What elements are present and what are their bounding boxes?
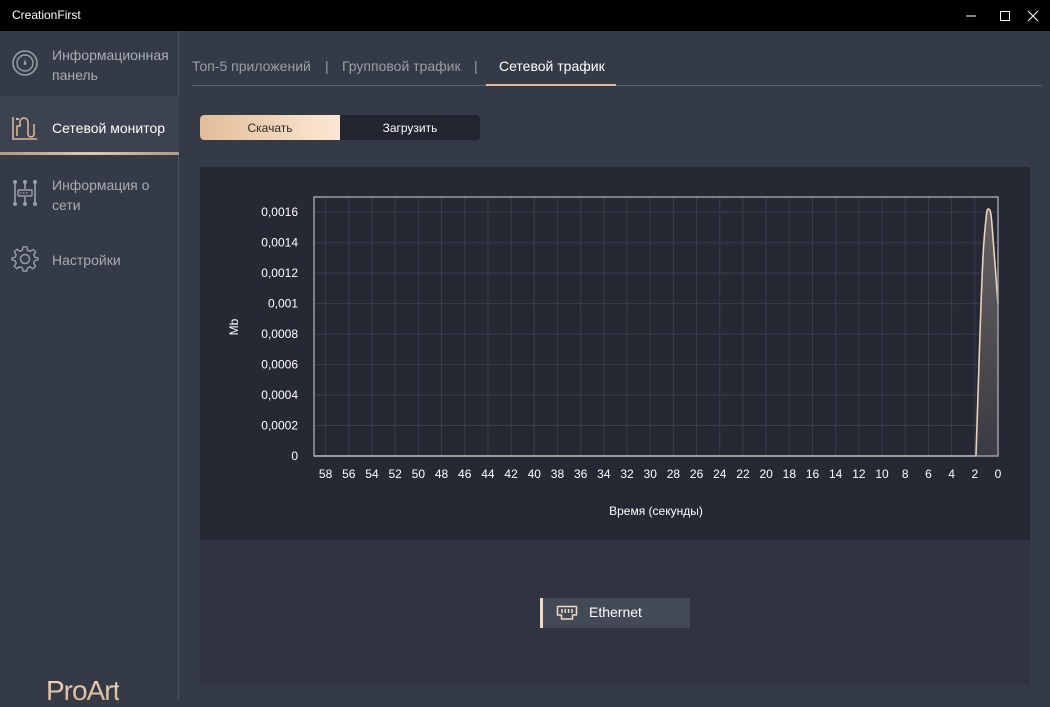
y-tick-label: 0,0006 <box>261 358 298 372</box>
upload-option[interactable]: Загрузить <box>340 115 480 140</box>
chart-grid <box>314 197 998 456</box>
sidebar-item-label: Сетевой монитор <box>52 120 166 136</box>
minimize-button[interactable] <box>954 0 988 31</box>
maximize-icon <box>1000 10 1010 21</box>
y-axis-ticks: 0 0,0002 0,0004 0,0006 0,0008 0,001 0,0012 0,00… <box>261 205 298 463</box>
traffic-line <box>314 208 999 457</box>
sidebar-item-label: Настройки <box>52 252 121 268</box>
y-tick-label: 0,0002 <box>261 419 298 433</box>
ethernet-port-icon <box>556 605 578 626</box>
x-tick-label: 22 <box>736 467 750 481</box>
legend-label: Ethernet <box>589 604 642 620</box>
tab-bar: Топ-5 приложений | Групповой трафик | Се… <box>192 58 1042 86</box>
x-tick-label: 12 <box>852 467 866 481</box>
x-tick-label: 18 <box>783 467 797 481</box>
tab-network-traffic[interactable]: Сетевой трафик <box>499 58 605 86</box>
x-tick-label: 56 <box>342 467 356 481</box>
app-title: CreationFirst <box>12 8 81 22</box>
traffic-chart: 0 0,0002 0,0004 0,0006 0,0008 0,001 0,0012 0,00… <box>227 196 1002 518</box>
y-tick-label: 0,001 <box>268 297 298 311</box>
dashboard-gauge-icon <box>11 49 39 77</box>
x-axis-ticks: 58 56 54 52 50 48 46 44 42 40 38 36 34 32 30 28 26 24 22 20… <box>319 467 1002 481</box>
gear-icon <box>11 245 39 273</box>
sidebar-item-dashboard[interactable]: Информационная панель <box>0 31 179 96</box>
tab-group-traffic[interactable]: Групповой трафик <box>342 58 461 86</box>
tab-top5-apps[interactable]: Топ-5 приложений <box>192 58 311 86</box>
y-tick-label: 0,0008 <box>261 327 298 341</box>
x-tick-label: 14 <box>829 467 843 481</box>
x-tick-label: 44 <box>481 467 495 481</box>
x-tick-label: 36 <box>574 467 588 481</box>
x-tick-label: 42 <box>504 467 518 481</box>
x-tick-label: 28 <box>667 467 681 481</box>
x-tick-label: 0 <box>995 467 1002 481</box>
y-axis-label: Mb <box>227 318 241 335</box>
x-tick-label: 46 <box>458 467 472 481</box>
proart-logo: ProArt <box>46 675 120 706</box>
x-tick-label: 26 <box>690 467 704 481</box>
x-tick-label: 2 <box>971 467 978 481</box>
x-tick-label: 40 <box>528 467 542 481</box>
x-tick-label: 16 <box>806 467 820 481</box>
x-tick-label: 48 <box>435 467 449 481</box>
x-tick-label: 20 <box>759 467 773 481</box>
close-button[interactable] <box>1016 0 1050 31</box>
x-tick-label: 54 <box>365 467 379 481</box>
traffic-chart-panel: 0 0,0002 0,0004 0,0006 0,0008 0,001 0,0012 0,00… <box>200 167 1030 540</box>
network-monitor-icon <box>11 114 39 142</box>
sidebar-item-settings[interactable]: Настройки <box>0 241 179 279</box>
y-tick-label: 0,0014 <box>261 236 298 250</box>
x-tick-label: 34 <box>597 467 611 481</box>
y-tick-label: 0 <box>291 449 298 463</box>
sidebar-item-network-info[interactable]: Информация о сети <box>0 163 179 223</box>
network-info-icon <box>11 179 39 207</box>
x-tick-label: 4 <box>948 467 955 481</box>
x-axis-label: Время (секунды) <box>609 504 703 518</box>
x-tick-label: 8 <box>902 467 909 481</box>
x-tick-label: 52 <box>388 467 402 481</box>
sidebar-item-network-monitor[interactable]: Сетевой монитор <box>0 96 179 155</box>
title-bar: CreationFirst <box>0 0 1050 31</box>
x-tick-label: 24 <box>713 467 727 481</box>
x-tick-label: 50 <box>412 467 426 481</box>
direction-toggle: Скачать Загрузить <box>200 115 480 140</box>
x-tick-label: 30 <box>644 467 658 481</box>
tab-separator: | <box>325 58 329 74</box>
x-tick-label: 10 <box>875 467 889 481</box>
legend-item-ethernet[interactable]: Ethernet <box>540 598 690 628</box>
x-tick-label: 32 <box>620 467 634 481</box>
minimize-icon <box>966 15 976 16</box>
download-option[interactable]: Скачать <box>200 115 340 140</box>
x-tick-label: 38 <box>551 467 565 481</box>
active-tab-indicator <box>486 84 616 86</box>
legend-panel: Ethernet <box>200 540 1030 685</box>
sidebar-item-label: Информация о сети <box>52 177 150 213</box>
traffic-area <box>314 208 998 456</box>
y-tick-label: 0,0016 <box>261 205 298 219</box>
sidebar: Информационная панель Сетевой монитор Ин… <box>0 31 179 706</box>
y-tick-label: 0,0012 <box>261 266 298 280</box>
plot-frame <box>313 196 999 457</box>
sidebar-item-label: Информационная панель <box>52 47 169 83</box>
tab-separator: | <box>474 58 478 74</box>
x-tick-label: 6 <box>925 467 932 481</box>
x-tick-label: 58 <box>319 467 333 481</box>
y-tick-label: 0,0004 <box>261 388 298 402</box>
close-icon <box>1027 10 1039 21</box>
